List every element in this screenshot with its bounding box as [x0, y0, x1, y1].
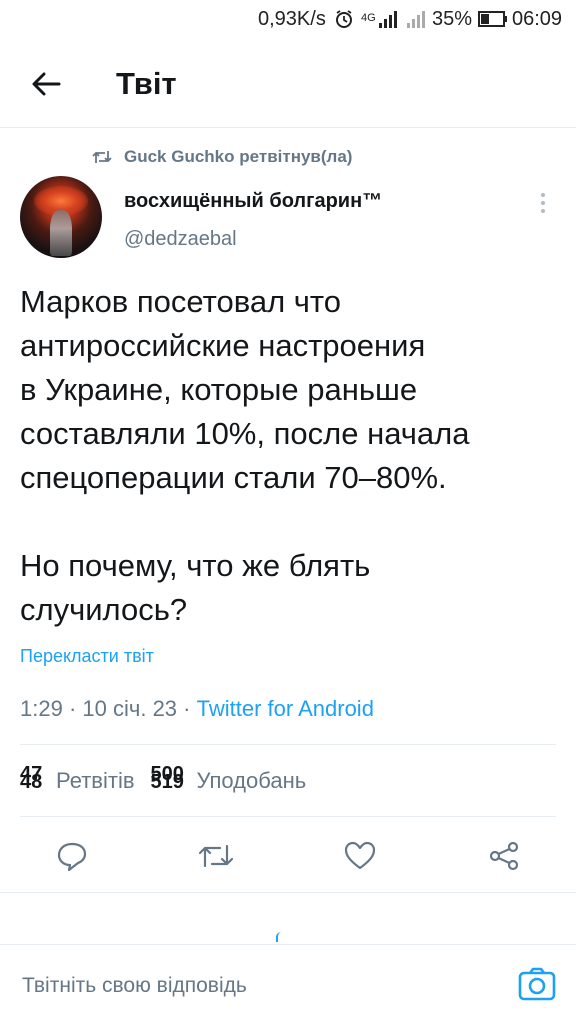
meta-separator: · [68, 696, 77, 721]
author-name[interactable]: восхищённый болгарин™ [124, 190, 382, 213]
heart-icon [344, 841, 376, 870]
loading-spinner [276, 932, 286, 942]
like-count-new: 519 [150, 771, 184, 793]
back-button[interactable] [26, 66, 66, 102]
retweet-context[interactable]: Guck Guchko ретвітнув(ла) [92, 146, 352, 168]
divider [20, 744, 556, 745]
like-button[interactable] [340, 836, 380, 876]
tweet-time: 1:29 [20, 696, 63, 721]
likes-label[interactable]: Уподобань [197, 768, 307, 794]
avatar-figure [50, 210, 72, 256]
tweet-stats: 47 48 Ретвітів 500 519 Уподобань [20, 763, 322, 798]
signal-icon [379, 11, 397, 28]
reply-input[interactable] [22, 971, 492, 1001]
retweet-icon [198, 844, 234, 868]
tweet-source[interactable]: Twitter for Android [197, 696, 374, 721]
share-button[interactable] [484, 836, 524, 876]
author-handle[interactable]: @dedzaebal [124, 228, 237, 251]
retweet-button[interactable] [196, 836, 236, 876]
retweet-icon [92, 151, 112, 163]
header: Твіт [0, 40, 576, 128]
arrow-left-icon [32, 72, 61, 96]
more-dot [541, 193, 545, 197]
divider [0, 892, 576, 893]
retweet-count: 47 48 [20, 763, 50, 798]
battery-percent: 35% [432, 8, 473, 30]
retweet-count-new: 48 [20, 771, 43, 793]
camera-button[interactable] [518, 967, 556, 1001]
reply-button[interactable] [52, 836, 92, 876]
avatar[interactable] [20, 176, 102, 258]
network-speed: 0,93K/s [258, 8, 326, 30]
meta-separator: · [183, 696, 191, 721]
reply-composer [0, 944, 576, 1024]
divider [20, 816, 556, 817]
tweet-date: 10 січ. 23 [82, 696, 178, 721]
action-bar [0, 828, 576, 882]
clock: 06:09 [512, 8, 563, 30]
reply-icon [57, 842, 87, 871]
signal-secondary-icon [407, 11, 425, 28]
retweet-context-text: Guck Guchko ретвітнув(ла) [124, 147, 353, 166]
retweets-label[interactable]: Ретвітів [56, 768, 135, 794]
share-icon [489, 841, 519, 871]
translate-tweet-link[interactable]: Перекласти твіт [20, 646, 154, 667]
network-type-label: 4G [361, 12, 376, 24]
alarm-icon [336, 10, 352, 28]
camera-icon [518, 967, 556, 1001]
tweet-meta: 1:29 · 10 січ. 23 · Twitter for Android [20, 696, 374, 722]
like-count: 500 519 [150, 763, 191, 798]
status-bar: 0,93K/s 4G 35% 06:09 [0, 0, 576, 40]
more-dot [541, 201, 545, 205]
more-dot [541, 209, 545, 213]
tweet-text: Марков посетовал что антироссийские наст… [20, 284, 470, 627]
page-title: Твіт [116, 66, 177, 101]
battery-icon [478, 11, 507, 27]
more-options-button[interactable] [532, 188, 554, 218]
